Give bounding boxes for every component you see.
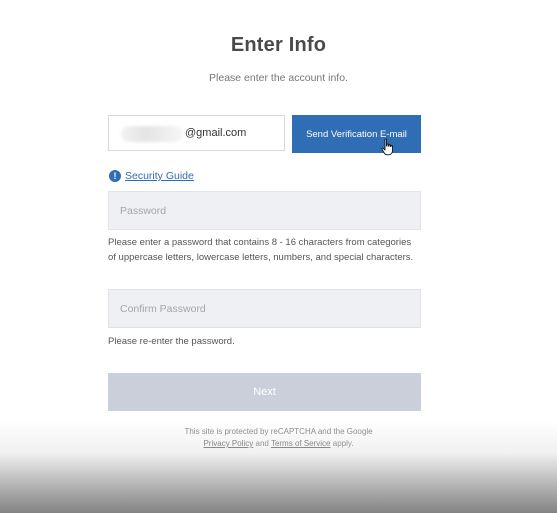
security-guide-link[interactable]: ! Security Guide xyxy=(109,170,194,182)
password-input[interactable] xyxy=(109,192,420,229)
privacy-policy-link[interactable]: Privacy Policy xyxy=(203,439,253,448)
email-field[interactable]: @gmail.com xyxy=(108,115,285,151)
page-title: Enter Info xyxy=(230,34,327,56)
recaptcha-line2: Privacy Policy and Terms of Service appl… xyxy=(0,438,557,450)
terms-of-service-link[interactable]: Terms of Service xyxy=(271,439,331,448)
hand-pointer-cursor-icon xyxy=(381,138,393,156)
email-username-redacted xyxy=(121,126,183,142)
password-hint: Please enter a password that contains 8 … xyxy=(108,237,414,263)
recaptcha-notice: This site is protected by reCAPTCHA and … xyxy=(0,426,557,450)
recaptcha-line1: This site is protected by reCAPTCHA and … xyxy=(184,427,373,436)
confirm-password-hint: Please re-enter the password. xyxy=(108,336,235,347)
send-verification-email-button[interactable]: Send Verification E-mail xyxy=(292,115,421,153)
info-icon: ! xyxy=(109,170,121,182)
recaptcha-and-text: and xyxy=(255,439,269,448)
password-field[interactable] xyxy=(108,191,421,230)
email-domain-text: @gmail.com xyxy=(185,127,247,139)
page-subtitle: Please enter the account info. xyxy=(209,72,348,84)
confirm-password-field[interactable] xyxy=(108,289,421,328)
confirm-password-input[interactable] xyxy=(109,290,420,327)
enter-info-page: Enter Info Please enter the account info… xyxy=(0,0,557,513)
next-button[interactable]: Next xyxy=(108,373,421,411)
security-guide-label[interactable]: Security Guide xyxy=(125,170,194,182)
recaptcha-apply-text: apply. xyxy=(332,439,354,448)
